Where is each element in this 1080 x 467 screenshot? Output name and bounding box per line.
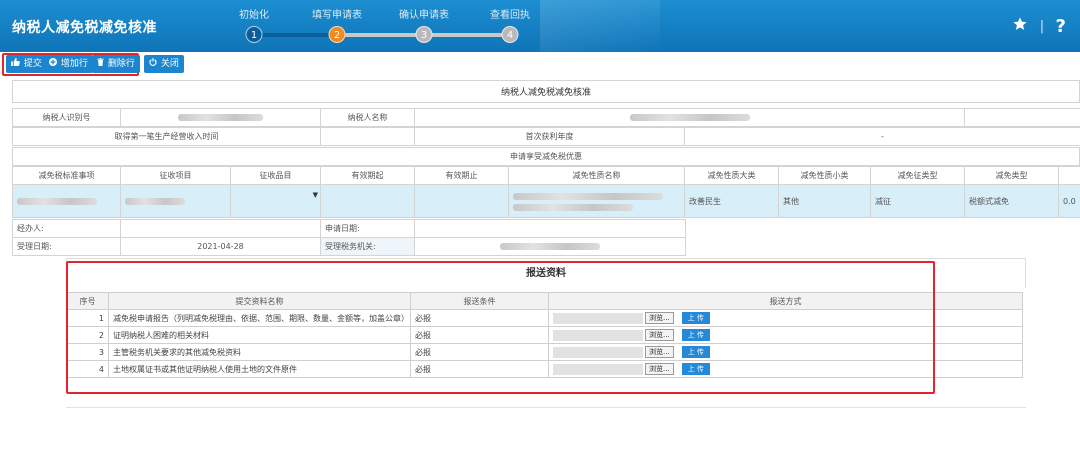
taxpayer-name-value xyxy=(414,108,965,127)
accept-office-value xyxy=(414,237,686,256)
col-header-exemption-type: 减免类型 xyxy=(964,166,1059,185)
header-separator: | xyxy=(1039,19,1045,34)
app-title: 纳税人减免税减免核准 xyxy=(12,20,157,36)
item-cell[interactable] xyxy=(12,184,121,218)
step-progress: 初始化 填写申请表 确认申请表 查看回执 1 2 3 4 xyxy=(230,0,560,52)
apply-section-label: 申请享受减免税优惠 xyxy=(12,147,1080,166)
step-label-init: 初始化 xyxy=(239,10,269,21)
close-button[interactable]: 关闭 xyxy=(144,55,184,73)
valid-to-cell[interactable] xyxy=(414,184,509,218)
col-header-nature-name: 减免性质名称 xyxy=(508,166,685,185)
apply-date-label: 申请日期: xyxy=(320,219,415,238)
step-connector xyxy=(254,33,337,37)
handler-label: 经办人: xyxy=(12,219,121,238)
thumbs-up-icon xyxy=(11,58,23,69)
col-header-extra xyxy=(1058,166,1080,185)
header-bar: 纳税人减免税减免核准 初始化 填写申请表 确认申请表 查看回执 1 2 3 4 … xyxy=(0,0,1080,52)
highlight-frame-submission xyxy=(66,261,935,394)
star-icon[interactable] xyxy=(1012,16,1028,37)
step-3-circle[interactable]: 3 xyxy=(415,26,433,43)
accept-date-label: 受理日期: xyxy=(12,237,121,256)
reduction-type-cell: 减征 xyxy=(870,184,965,218)
col-header-minor-category: 减免性质小类 xyxy=(778,166,871,185)
minor-category-cell: 其他 xyxy=(778,184,871,218)
taxpayer-id-value xyxy=(120,108,321,127)
step-1-circle[interactable]: 1 xyxy=(245,26,263,43)
col-header-reduction-type: 减免征类型 xyxy=(870,166,965,185)
col-header-levy-item: 征收品目 xyxy=(230,166,321,185)
first-profit-year-label: 首次获利年度 xyxy=(414,127,685,146)
divider xyxy=(66,407,1026,408)
chevron-down-icon: ▼ xyxy=(312,191,318,199)
step-4-circle[interactable]: 4 xyxy=(501,26,519,43)
nature-name-cell[interactable] xyxy=(508,184,685,218)
levy-project-cell[interactable] xyxy=(120,184,231,218)
table-row[interactable]: ▼ 改善民生 其他 减征 税额式减免 0.0 xyxy=(12,184,1080,218)
step-label-confirm: 确认申请表 xyxy=(399,10,449,21)
col-header-item: 减免税标准事项 xyxy=(12,166,121,185)
levy-item-select[interactable]: ▼ xyxy=(230,184,321,218)
first-income-time-label: 取得第一笔生产经营收入时间 xyxy=(12,127,321,146)
submit-button[interactable]: 提交 xyxy=(6,55,47,73)
col-header-major-category: 减免性质大类 xyxy=(684,166,779,185)
step-label-receipt: 查看回执 xyxy=(490,10,530,21)
major-category-cell: 改善民生 xyxy=(684,184,779,218)
header-icons: | ? xyxy=(1012,16,1066,37)
amount-cell: 0.0 xyxy=(1058,184,1080,218)
taxpayer-name-label: 纳税人名称 xyxy=(320,108,415,127)
taxpayer-id-label: 纳税人识别号 xyxy=(12,108,121,127)
add-row-button[interactable]: 增加行 xyxy=(44,55,93,73)
first-profit-year-value: - xyxy=(684,127,1080,146)
plus-circle-icon xyxy=(49,58,60,69)
exemption-type-cell: 税额式减免 xyxy=(964,184,1059,218)
trash-icon xyxy=(97,58,107,69)
apply-date-value[interactable] xyxy=(414,219,686,238)
delete-row-button[interactable]: 删除行 xyxy=(92,55,140,73)
first-income-time-value xyxy=(320,127,415,146)
form-title: 纳税人减免税减免核准 xyxy=(12,80,1080,103)
col-header-valid-from: 有效期起 xyxy=(320,166,415,185)
empty-cell xyxy=(964,108,1080,127)
step-label-fill: 填写申请表 xyxy=(312,10,362,21)
question-icon[interactable]: ? xyxy=(1056,16,1066,37)
power-icon xyxy=(149,58,160,69)
col-header-levy-project: 征收项目 xyxy=(120,166,231,185)
valid-from-cell[interactable] xyxy=(320,184,415,218)
col-header-valid-to: 有效期止 xyxy=(414,166,509,185)
step-2-circle[interactable]: 2 xyxy=(328,26,346,43)
handler-value[interactable] xyxy=(120,219,321,238)
accept-date-value: 2021-04-28 xyxy=(120,237,321,256)
accept-office-label: 受理税务机关: xyxy=(320,237,415,256)
